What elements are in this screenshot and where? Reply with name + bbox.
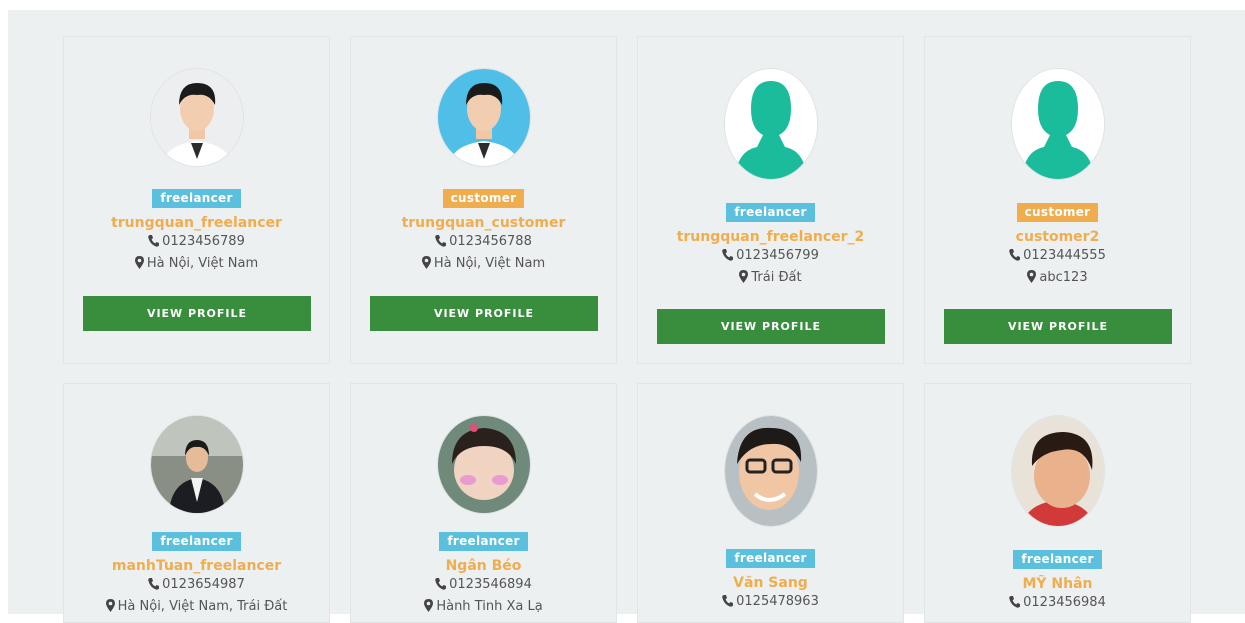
phone-number: 0125478963 (736, 594, 819, 609)
phone-icon (435, 577, 447, 597)
map-marker-icon (105, 599, 115, 619)
location-text: Hà Nội, Việt Nam (433, 256, 546, 271)
phone-number: 0123456799 (736, 248, 819, 263)
username-link[interactable]: customer2 (925, 228, 1190, 246)
role-badge: freelancer (439, 532, 528, 551)
user-card: customer trungquan_customer 0123456788 H… (350, 36, 617, 364)
location-text: abc123 (1039, 270, 1088, 285)
location-row: Hà Nội, Việt Nam (351, 254, 616, 276)
username-link[interactable]: trungquan_freelancer_2 (638, 228, 903, 246)
view-profile-button[interactable]: VIEW PROFILE (83, 296, 311, 331)
phone-row: 0123654987 (64, 575, 329, 597)
location-row: Trái Đất (638, 268, 903, 290)
phone-row: 0123456789 (64, 232, 329, 254)
user-card: freelancer MỸ Nhân 0123456984 (924, 383, 1191, 623)
location-row: abc123 (925, 268, 1190, 290)
phone-number: 0123456984 (1023, 595, 1106, 610)
phone-number: 0123456789 (162, 234, 245, 249)
avatar[interactable] (150, 69, 243, 166)
user-card: freelancer Văn Sang 0125478963 (637, 383, 904, 623)
phone-row: 0123456799 (638, 246, 903, 268)
username-link[interactable]: trungquan_customer (351, 214, 616, 232)
location-text: Hà Nội, Việt Nam (146, 256, 259, 271)
avatar[interactable] (724, 416, 817, 526)
avatar[interactable] (437, 416, 530, 513)
user-card: freelancer manhTuan_freelancer 012365498… (63, 383, 330, 623)
phone-icon (722, 248, 734, 268)
phone-icon (148, 234, 160, 254)
phone-icon (148, 577, 160, 597)
phone-row: 0123456788 (351, 232, 616, 254)
user-card: freelancer Ngân Béo 0123546894 Hành Tinh… (350, 383, 617, 623)
location-row: Hà Nội, Việt Nam (64, 254, 329, 276)
avatar[interactable] (1011, 416, 1104, 526)
phone-icon (1009, 248, 1021, 268)
map-marker-icon (424, 599, 434, 619)
username-link[interactable]: manhTuan_freelancer (64, 557, 329, 575)
avatar[interactable] (437, 69, 530, 166)
phone-row: 0125478963 (638, 592, 903, 614)
map-marker-icon (739, 270, 749, 290)
location-row: Hà Nội, Việt Nam, Trái Đất (64, 597, 329, 619)
role-badge: freelancer (1013, 550, 1102, 569)
phone-number: 0123546894 (449, 577, 532, 592)
username-link[interactable]: trungquan_freelancer (64, 214, 329, 232)
phone-number: 0123456788 (449, 234, 532, 249)
location-text: Trái Đất (751, 270, 802, 285)
role-badge: freelancer (726, 549, 815, 568)
username-link[interactable]: MỸ Nhân (925, 575, 1190, 593)
phone-number: 0123444555 (1023, 248, 1106, 263)
user-card: customer customer2 0123444555 abc123 VIE… (924, 36, 1191, 364)
view-profile-button[interactable]: VIEW PROFILE (657, 309, 885, 344)
avatar[interactable] (724, 69, 817, 179)
phone-icon (722, 594, 734, 614)
role-badge: freelancer (726, 203, 815, 222)
phone-row: 0123456984 (925, 593, 1190, 615)
location-text: Hà Nội, Việt Nam, Trái Đất (117, 599, 288, 614)
username-link[interactable]: Ngân Béo (351, 557, 616, 575)
phone-icon (1009, 595, 1021, 615)
map-marker-icon (134, 256, 144, 276)
role-badge: customer (1016, 203, 1099, 222)
avatar[interactable] (150, 416, 243, 513)
user-card: freelancer trungquan_freelancer 01234567… (63, 36, 330, 364)
location-text: Hành Tinh Xa Lạ (436, 599, 543, 614)
phone-number: 0123654987 (162, 577, 245, 592)
role-badge: freelancer (152, 532, 241, 551)
users-grid-panel: freelancer trungquan_freelancer 01234567… (8, 10, 1245, 623)
phone-icon (435, 234, 447, 254)
phone-row: 0123546894 (351, 575, 616, 597)
view-profile-button[interactable]: VIEW PROFILE (944, 309, 1172, 344)
role-badge: customer (442, 189, 525, 208)
location-row: Hành Tinh Xa Lạ (351, 597, 616, 619)
phone-row: 0123444555 (925, 246, 1190, 268)
avatar[interactable] (1011, 69, 1104, 179)
username-link[interactable]: Văn Sang (638, 574, 903, 592)
map-marker-icon (421, 256, 431, 276)
user-card: freelancer trungquan_freelancer_2 012345… (637, 36, 904, 364)
map-marker-icon (1027, 270, 1037, 290)
role-badge: freelancer (152, 189, 241, 208)
view-profile-button[interactable]: VIEW PROFILE (370, 296, 598, 331)
